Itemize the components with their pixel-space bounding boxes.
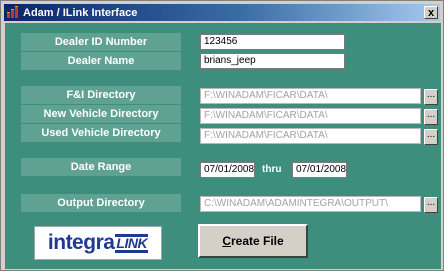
used-vehicle-directory-field[interactable]: F:\WINADAM\FICAR\DATA\ [200,128,421,144]
output-directory-field[interactable]: C:\WINADAM\ADAMINTEGRA\OUTPUT\ [200,196,421,212]
output-directory-browse-button[interactable]: ... [424,197,438,213]
create-file-accelerator: C [222,234,231,248]
new-vehicle-directory-field[interactable]: F:\WINADAM\FICAR\DATA\ [200,108,421,124]
logo-text-link: LINK [115,233,149,253]
title-bar: Adam / ILink Interface x [4,4,440,21]
dealer-name-field[interactable]: brians_jeep [200,53,345,69]
fi-directory-label: F&I Directory [21,86,181,104]
create-file-label: reate File [230,234,284,248]
integralink-logo: integra LINK [34,226,162,260]
logo-text-integra: integra [47,231,115,254]
fi-directory-browse-button[interactable]: ... [424,89,438,105]
dealer-id-label: Dealer ID Number [21,33,181,51]
output-directory-label: Output Directory [21,194,181,212]
new-vehicle-directory-label: New Vehicle Directory [21,105,181,123]
thru-label: thru [262,164,282,175]
fi-directory-field[interactable]: F:\WINADAM\FICAR\DATA\ [200,88,421,104]
dealer-id-field[interactable]: 123456 [200,34,345,50]
date-from-field[interactable]: 07/01/2008 [200,162,255,178]
used-vehicle-directory-label: Used Vehicle Directory [21,124,181,142]
create-file-button[interactable]: Create File [198,224,308,258]
app-icon [7,6,20,18]
app-window: Adam / ILink Interface x Dealer ID Numbe… [0,0,444,271]
close-button[interactable]: x [424,6,438,19]
window-title: Adam / ILink Interface [23,6,138,19]
date-range-label: Date Range [21,158,181,176]
date-to-field[interactable]: 07/01/2008 [292,162,347,178]
dealer-name-label: Dealer Name [21,52,181,70]
new-vehicle-directory-browse-button[interactable]: ... [424,109,438,125]
used-vehicle-directory-browse-button[interactable]: ... [424,129,438,145]
